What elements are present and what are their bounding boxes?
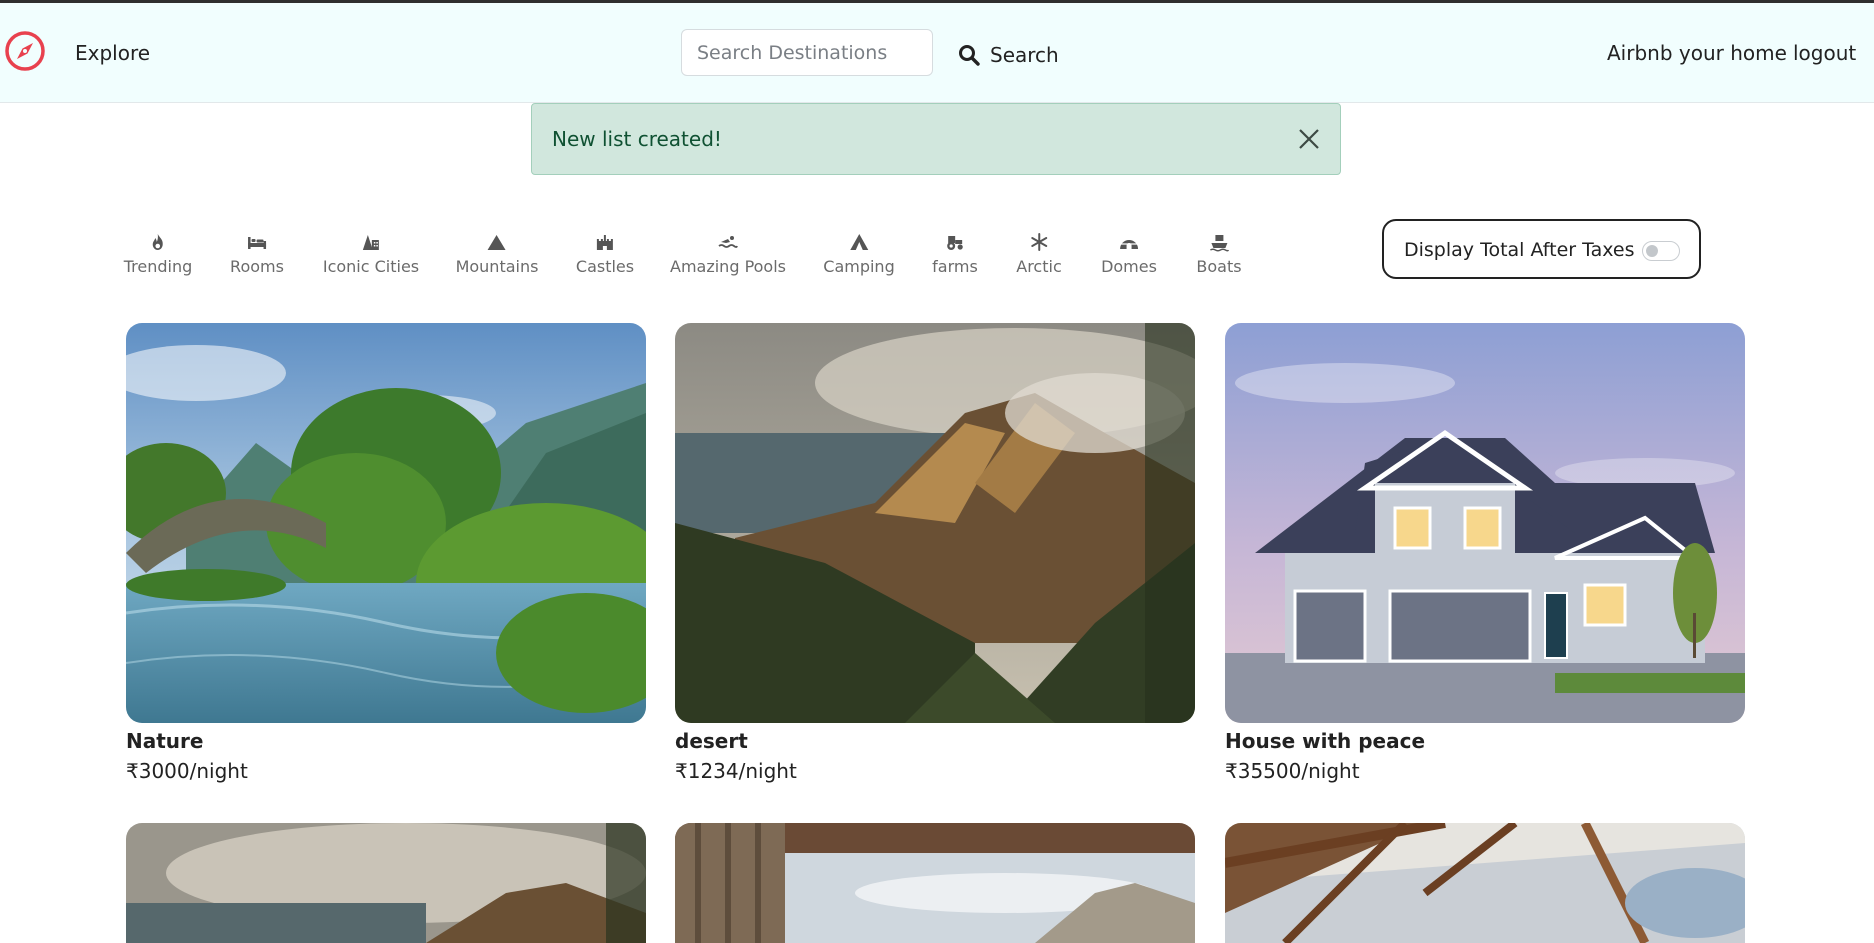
listing-title: House with peace: [1225, 729, 1426, 753]
listing-card[interactable]: House with peace ₹35500/night: [1225, 323, 1745, 783]
listing-price: ₹1234/night: [675, 759, 797, 783]
listing-card[interactable]: Nature ₹3000/night: [126, 323, 646, 783]
filter-rooms[interactable]: Rooms: [230, 232, 284, 276]
close-icon[interactable]: [1296, 126, 1322, 152]
switch-knob: [1646, 245, 1658, 257]
filter-arctic[interactable]: Arctic: [1016, 232, 1062, 276]
listing-price: ₹3000/night: [126, 759, 248, 783]
navbar: Explore Search Airbnb your home logout: [0, 3, 1874, 103]
listing-image[interactable]: [675, 323, 1195, 723]
filter-mountains[interactable]: Mountains: [456, 232, 538, 276]
mountain-icon: [488, 235, 506, 250]
bed-icon: [248, 237, 266, 249]
search-icon: [959, 45, 980, 66]
tractor-icon: [947, 236, 963, 250]
castle-icon: [597, 235, 613, 250]
igloo-icon: [1120, 240, 1138, 249]
listing-card[interactable]: desert ₹1234/night: [675, 323, 1195, 783]
filter-amazing-pools[interactable]: Amazing Pools: [670, 232, 786, 276]
listing-image[interactable]: [126, 323, 646, 723]
city-icon: [362, 235, 379, 250]
filter-boats[interactable]: Boats: [1196, 232, 1242, 276]
tax-toggle-switch[interactable]: [1642, 241, 1680, 261]
compass-logo-icon[interactable]: [4, 30, 46, 72]
listing-image[interactable]: [675, 823, 1195, 943]
listing-title: Nature: [126, 729, 204, 753]
airbnb-your-home-link[interactable]: Airbnb your home: [1607, 41, 1787, 65]
pool-icon: [718, 236, 738, 248]
filter-domes[interactable]: Domes: [1101, 232, 1157, 276]
tax-toggle-label: Display Total After Taxes: [1404, 239, 1635, 261]
listing-title: desert: [675, 729, 748, 753]
ship-icon: [1209, 235, 1229, 252]
tent-icon: [850, 234, 868, 250]
fire-icon: [153, 234, 163, 250]
search-button[interactable]: Search: [958, 40, 1059, 70]
alert-message: New list created!: [552, 127, 722, 151]
search-input[interactable]: [681, 29, 933, 76]
listing-image[interactable]: [126, 823, 646, 943]
tax-toggle-box: Display Total After Taxes: [1382, 219, 1701, 279]
snowflake-icon: [1030, 233, 1047, 251]
filter-farms[interactable]: farms: [932, 232, 978, 276]
success-alert: New list created!: [531, 103, 1341, 175]
listing-image[interactable]: [1225, 323, 1745, 723]
search-button-label: Search: [990, 43, 1059, 67]
filter-camping[interactable]: Camping: [823, 232, 895, 276]
listing-price: ₹35500/night: [1225, 759, 1360, 783]
logout-link[interactable]: logout: [1793, 41, 1856, 65]
explore-link[interactable]: Explore: [75, 41, 150, 65]
filter-castles[interactable]: Castles: [576, 232, 634, 276]
filter-trending[interactable]: Trending: [124, 232, 192, 276]
listing-image[interactable]: [1225, 823, 1745, 943]
filter-iconic-cities[interactable]: Iconic Cities: [323, 232, 419, 276]
